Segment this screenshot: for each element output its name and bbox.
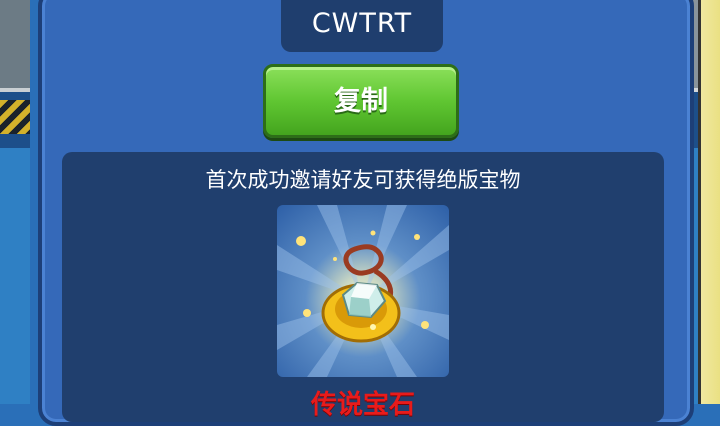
copy-button[interactable]: 复制 [263,64,459,138]
background-scene-left [0,0,30,404]
invite-code: CWTRT [281,0,443,52]
reward-item-image [277,205,449,377]
side-bar [698,0,720,404]
reward-description: 首次成功邀请好友可获得绝版宝物 [205,168,521,192]
gem-pendant-icon [277,205,449,377]
hazard-stripe [0,100,30,134]
background-scene-right [692,0,720,404]
reward-item-name: 传说宝石 [310,390,415,420]
reward-panel: 首次成功邀请好友可获得绝版宝物 传说宝石 [62,152,664,422]
